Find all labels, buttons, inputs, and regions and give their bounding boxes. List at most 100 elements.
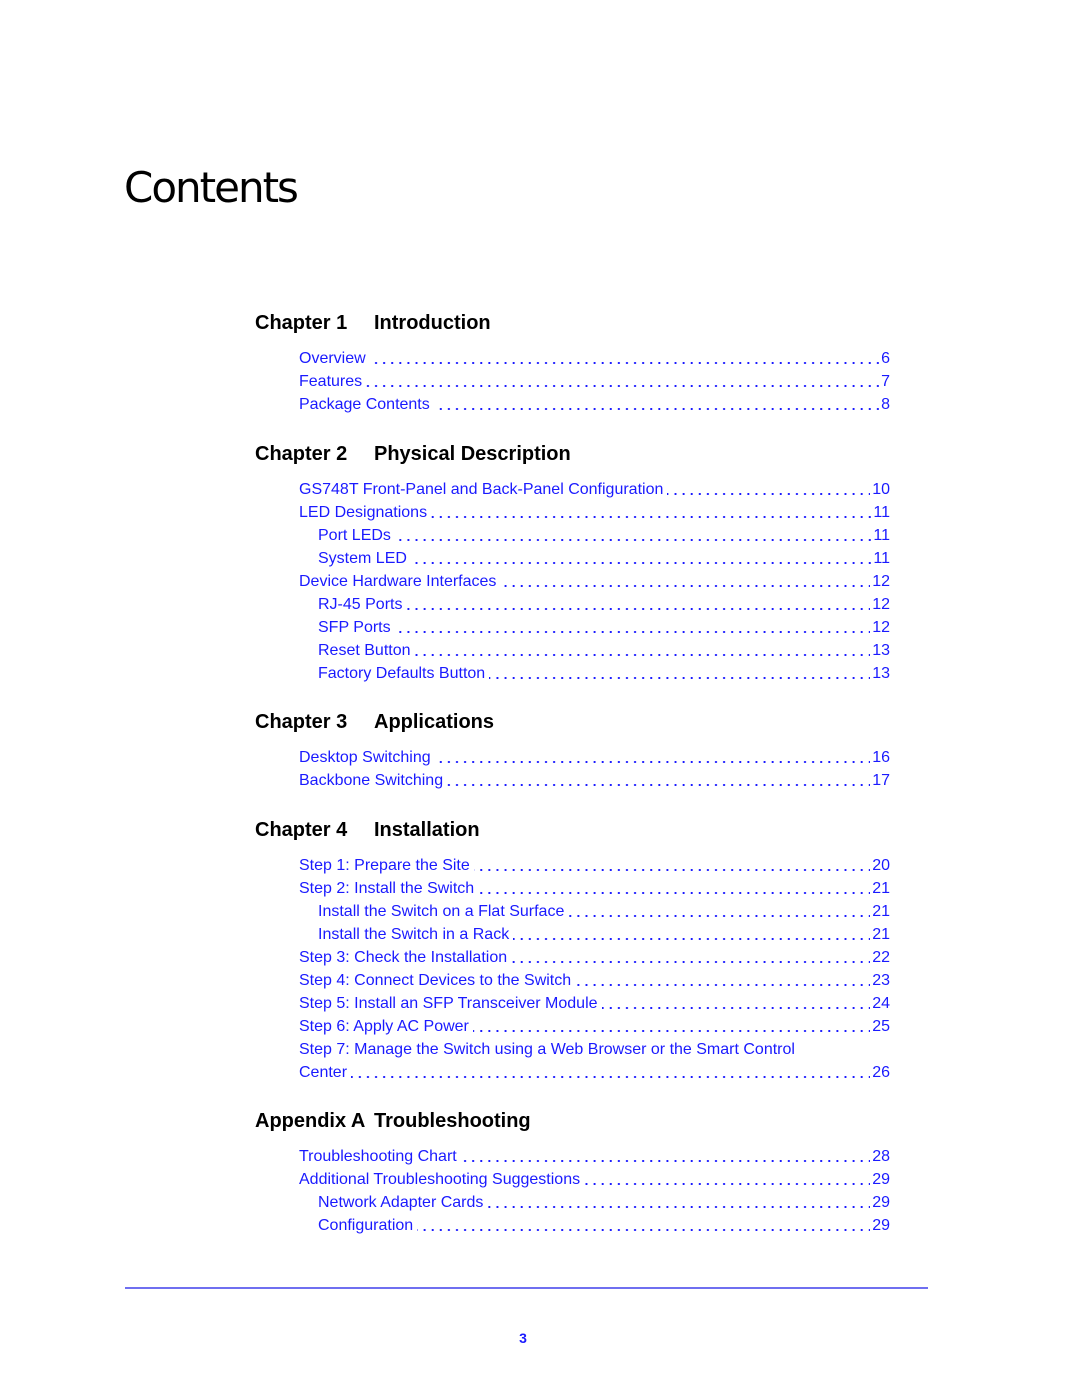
toc-entry-link[interactable]: Additional Troubleshooting Suggestions 29 bbox=[299, 1168, 890, 1191]
toc-entry-page: 24 bbox=[870, 992, 890, 1015]
toc-entry-page: 8 bbox=[879, 393, 890, 416]
toc-section: Chapter 4 Installation Step 1: Prepare the… bbox=[255, 816, 890, 1084]
toc-entry-link[interactable]: Center 26 bbox=[299, 1061, 890, 1084]
toc-entry-page: 7 bbox=[879, 370, 890, 393]
toc-entry-page: 29 bbox=[870, 1191, 890, 1214]
toc-entry-link[interactable]: Step 3: Check the Installation 22 bbox=[299, 946, 890, 969]
toc-entry-text: Step 7: Manage the Switch using a Web Br… bbox=[299, 1041, 799, 1058]
toc-entry-text: Troubleshooting Chart bbox=[299, 1148, 461, 1165]
chapter-label: Chapter 3 bbox=[255, 711, 348, 733]
toc-entry-link[interactable]: Network Adapter Cards 29 bbox=[318, 1191, 890, 1214]
toc-entry-text: LED Designations bbox=[299, 504, 432, 521]
toc-entry-text: GS748T Front-Panel and Back-Panel Config… bbox=[299, 481, 668, 498]
toc-entry-text: Network Adapter Cards bbox=[318, 1194, 488, 1211]
chapter-heading: Appendix A Troubleshooting bbox=[255, 1107, 890, 1135]
toc-entry-page: 21 bbox=[870, 877, 890, 900]
toc-entry-text: SFP Ports bbox=[318, 619, 395, 636]
toc-entry-text: Install the Switch on a Flat Surface bbox=[318, 903, 569, 920]
toc-entry-text: Step 5: Install an SFP Transceiver Modul… bbox=[299, 995, 602, 1012]
toc-entry-text: Step 1: Prepare the Site bbox=[299, 857, 474, 874]
chapter-title: Introduction bbox=[374, 312, 491, 334]
toc-entry-text: RJ-45 Ports bbox=[318, 596, 407, 613]
toc-entry-text: Factory Defaults Button bbox=[318, 665, 490, 682]
toc-entry-text: Step 6: Apply AC Power bbox=[299, 1018, 473, 1035]
toc-entry-page: 16 bbox=[870, 746, 890, 769]
toc-entry-page: 13 bbox=[870, 662, 890, 685]
toc-entry-link[interactable]: GS748T Front-Panel and Back-Panel Config… bbox=[299, 478, 890, 501]
toc-entry-page: 12 bbox=[870, 593, 890, 616]
chapter-label: Chapter 4 bbox=[255, 819, 348, 841]
toc-entry-link[interactable]: LED Designations 11 bbox=[299, 501, 890, 524]
page-title: Contents bbox=[124, 163, 299, 212]
toc-entry-text: Step 3: Check the Installation bbox=[299, 949, 512, 966]
chapter-label: Appendix A bbox=[255, 1110, 366, 1132]
chapter-title: Troubleshooting bbox=[374, 1110, 531, 1132]
toc-entry-page: 12 bbox=[870, 616, 890, 639]
toc-entry-page: 29 bbox=[870, 1214, 890, 1237]
toc-entry-link[interactable]: Step 1: Prepare the Site 20 bbox=[299, 854, 890, 877]
toc-entry-link[interactable]: Factory Defaults Button 13 bbox=[318, 662, 890, 685]
toc-entry-text: System LED bbox=[318, 550, 411, 567]
dot-leader bbox=[318, 631, 890, 633]
toc-entry-link[interactable]: Configuration 29 bbox=[318, 1214, 890, 1237]
toc-entry-link[interactable]: Step 5: Install an SFP Transceiver Modul… bbox=[299, 992, 890, 1015]
toc-entry-text: Package Contents bbox=[299, 396, 434, 413]
chapter-heading: Chapter 2 Physical Description bbox=[255, 440, 890, 468]
toc-entry-text: Backbone Switching bbox=[299, 772, 448, 789]
chapter-heading: Chapter 1 Introduction bbox=[255, 309, 890, 337]
dot-leader bbox=[299, 362, 890, 364]
toc-entry-link[interactable]: SFP Ports 12 bbox=[318, 616, 890, 639]
toc-entry-text: Step 4: Connect Devices to the Switch bbox=[299, 972, 576, 989]
toc-entry-link[interactable]: Step 6: Apply AC Power 25 bbox=[299, 1015, 890, 1038]
toc-entry-page: 17 bbox=[870, 769, 890, 792]
chapter-label: Chapter 1 bbox=[255, 312, 348, 334]
dot-leader bbox=[299, 385, 890, 387]
toc-section: Chapter 1 Introduction Overview 6 Features 7 P… bbox=[255, 309, 890, 416]
toc-entry-page: 6 bbox=[879, 347, 890, 370]
dot-leader bbox=[299, 1076, 890, 1078]
toc-entry-page: 21 bbox=[870, 923, 890, 946]
page-number: 3 bbox=[519, 1330, 527, 1346]
toc-entry-page: 20 bbox=[870, 854, 890, 877]
toc-entry-link[interactable]: Install the Switch in a Rack 21 bbox=[318, 923, 890, 946]
toc-entry-link[interactable]: Package Contents 8 bbox=[299, 393, 890, 416]
toc-entry-link[interactable]: Step 7: Manage the Switch using a Web Br… bbox=[299, 1038, 890, 1061]
toc-entry-page: 12 bbox=[870, 570, 890, 593]
toc-entry-page: 11 bbox=[871, 501, 890, 524]
toc-entry-page: 28 bbox=[870, 1145, 890, 1168]
toc-entry-page: 23 bbox=[870, 969, 890, 992]
toc-entry-text: Desktop Switching bbox=[299, 749, 435, 766]
toc-entry-page: 11 bbox=[871, 524, 890, 547]
toc-entry-link[interactable]: Reset Button 13 bbox=[318, 639, 890, 662]
toc-entry-text: Install the Switch in a Rack bbox=[318, 926, 514, 943]
toc-entry-link[interactable]: Overview 6 bbox=[299, 347, 890, 370]
dot-leader bbox=[318, 539, 890, 541]
chapter-heading: Chapter 3 Applications bbox=[255, 708, 890, 736]
toc-entry-link[interactable]: Step 2: Install the Switch 21 bbox=[299, 877, 890, 900]
footer-divider bbox=[125, 1287, 928, 1289]
toc-entry-link[interactable]: Port LEDs 11 bbox=[318, 524, 890, 547]
toc-entry-link[interactable]: Backbone Switching 17 bbox=[299, 769, 890, 792]
chapter-heading: Chapter 4 Installation bbox=[255, 816, 890, 844]
chapter-title: Physical Description bbox=[374, 443, 571, 465]
toc-entry-link[interactable]: System LED 11 bbox=[318, 547, 890, 570]
toc-entry-text: Overview bbox=[299, 350, 370, 367]
chapter-title: Applications bbox=[374, 711, 495, 733]
toc-entry-text: Step 2: Install the Switch bbox=[299, 880, 479, 897]
toc-section: Chapter 2 Physical Description GS748T Fron… bbox=[255, 440, 890, 685]
toc-section: Chapter 3 Applications Desktop Switching 16… bbox=[255, 708, 890, 792]
chapter-title: Installation bbox=[374, 819, 480, 841]
toc-entry-link[interactable]: Troubleshooting Chart 28 bbox=[299, 1145, 890, 1168]
toc-entry-text: Port LEDs bbox=[318, 527, 395, 544]
toc-entry-link[interactable]: Install the Switch on a Flat Surface 21 bbox=[318, 900, 890, 923]
toc-entry-link[interactable]: Step 4: Connect Devices to the Switch 23 bbox=[299, 969, 890, 992]
toc-entry-page: 11 bbox=[871, 547, 890, 570]
toc-entry-link[interactable]: Device Hardware Interfaces 12 bbox=[299, 570, 890, 593]
toc-entry-page: 26 bbox=[870, 1061, 890, 1084]
toc-entry-link[interactable]: Features 7 bbox=[299, 370, 890, 393]
toc-entry-link[interactable]: RJ-45 Ports 12 bbox=[318, 593, 890, 616]
toc-entry-link[interactable]: Desktop Switching 16 bbox=[299, 746, 890, 769]
toc-entry-page: 22 bbox=[870, 946, 890, 969]
toc-entry-text: Device Hardware Interfaces bbox=[299, 573, 501, 590]
toc-entry-text: Center bbox=[299, 1064, 352, 1081]
